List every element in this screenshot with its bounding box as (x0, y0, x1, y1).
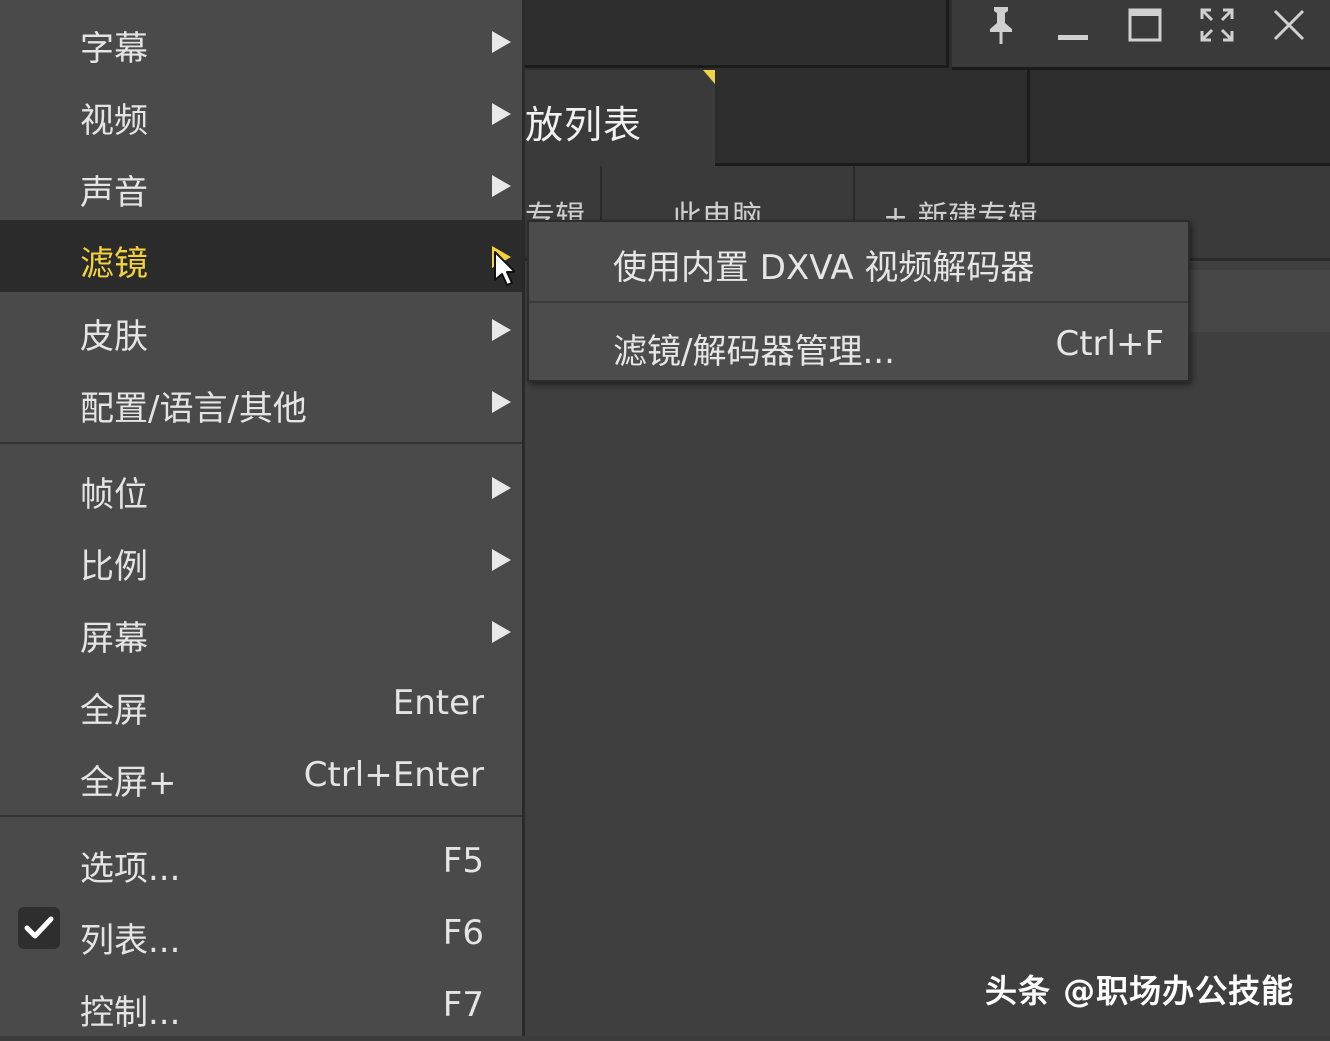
menu-item-subtitle[interactable]: 字幕 (0, 5, 522, 77)
submenu-arrow-icon (492, 549, 511, 571)
corner-marker-icon (703, 70, 715, 84)
menu-item-label: 配置/语言/其他 (80, 389, 307, 429)
menu-item-skin[interactable]: 皮肤 (0, 293, 522, 365)
menu-item-config[interactable]: 配置/语言/其他 (0, 365, 522, 437)
menu-item-label: 控制... (80, 993, 181, 1033)
submenu-arrow-icon (492, 477, 511, 499)
menu-separator (0, 442, 522, 444)
menu-item-label: 全屏 (80, 691, 148, 731)
menu-item-label: 全屏+ (80, 763, 177, 803)
menu-item-label: 帧位 (80, 475, 148, 515)
menu-item-control[interactable]: 控制... F7 (0, 969, 522, 1041)
tab-empty[interactable] (1030, 70, 1330, 166)
menu-item-shortcut: F7 (442, 985, 484, 1025)
menu-item-label: 选项... (80, 849, 181, 889)
menu-item-ratio[interactable]: 比例 (0, 523, 522, 595)
submenu-arrow-icon (492, 621, 511, 643)
menu-item-label: 屏幕 (80, 619, 148, 659)
menu-item-shortcut: F6 (442, 913, 484, 953)
pin-icon[interactable] (978, 4, 1024, 46)
minimize-icon[interactable] (1050, 4, 1096, 46)
menu-item-label: 声音 (80, 173, 148, 213)
menu-item-label: 列表... (80, 921, 181, 961)
menu-item-screen[interactable]: 屏幕 (0, 595, 522, 667)
submenu-arrow-icon (492, 31, 511, 53)
submenu-item-shortcut: Ctrl+F (1055, 324, 1164, 364)
menu-separator (0, 815, 522, 817)
tab-playlist-label: 放列表 (525, 103, 643, 147)
menu-item-label: 比例 (80, 547, 148, 587)
menu-item-label: 滤镜 (80, 244, 148, 284)
fullscreen-icon[interactable] (1194, 4, 1240, 46)
menu-item-video[interactable]: 视频 (0, 77, 522, 149)
window-controls (952, 0, 1330, 70)
submenu-arrow-icon (492, 319, 511, 341)
title-area (525, 0, 949, 68)
filter-submenu: 使用内置 DXVA 视频解码器 滤镜/解码器管理... Ctrl+F (527, 220, 1190, 382)
submenu-item-label: 滤镜/解码器管理... (613, 332, 895, 372)
menu-item-options[interactable]: 选项... F5 (0, 825, 522, 897)
submenu-arrow-icon (492, 175, 511, 197)
list-header (1190, 270, 1330, 332)
maximize-icon[interactable] (1122, 4, 1168, 46)
submenu-item-label: 使用内置 DXVA 视频解码器 (613, 248, 1035, 288)
menu-item-fullscreen-plus[interactable]: 全屏+ Ctrl+Enter (0, 739, 522, 811)
submenu-separator (529, 301, 1188, 303)
submenu-item-dxva[interactable]: 使用内置 DXVA 视频解码器 (529, 222, 1188, 300)
menu-item-fullscreen[interactable]: 全屏 Enter (0, 667, 522, 739)
menu-item-label: 皮肤 (80, 317, 148, 357)
menu-item-shortcut: Ctrl+Enter (303, 755, 484, 795)
menu-item-frame[interactable]: 帧位 (0, 451, 522, 523)
watermark: 头条 @职场办公技能 (985, 972, 1295, 1010)
submenu-arrow-icon (492, 103, 511, 125)
tab-playlist[interactable]: 放列表 (525, 70, 715, 166)
tab-row: 放列表 (525, 70, 1330, 166)
tab-empty[interactable] (715, 70, 1030, 166)
submenu-arrow-icon (492, 391, 511, 413)
title-bar (525, 0, 1330, 70)
mouse-cursor-icon (493, 250, 516, 292)
menu-item-list[interactable]: 列表... F6 (0, 897, 522, 969)
menu-item-shortcut: F5 (442, 841, 484, 881)
close-icon[interactable] (1266, 4, 1312, 46)
context-menu: 字幕 视频 声音 滤镜 皮肤 配置/语言/其他 帧位 比例 屏幕 全屏 Ente… (0, 0, 525, 1036)
submenu-item-decoder-manager[interactable]: 滤镜/解码器管理... Ctrl+F (529, 306, 1188, 384)
menu-item-filter[interactable]: 滤镜 (0, 220, 522, 292)
menu-item-label: 视频 (80, 101, 148, 141)
menu-item-audio[interactable]: 声音 (0, 149, 522, 221)
checkmark-icon (18, 907, 60, 949)
menu-item-shortcut: Enter (392, 683, 484, 723)
menu-item-label: 字幕 (80, 29, 148, 69)
